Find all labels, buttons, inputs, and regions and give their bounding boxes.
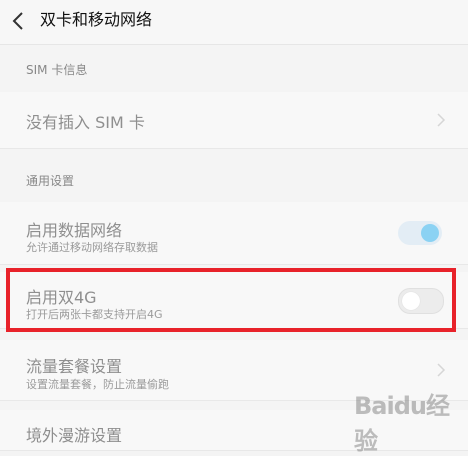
roaming-title: 境外漫游设置 (26, 426, 123, 445)
data-network-title: 启用数据网络 (26, 221, 123, 240)
toggle-knob (402, 292, 420, 310)
chevron-right-icon (437, 363, 446, 377)
data-plan-subtitle: 设置流量套餐，防止流量偷跑 (26, 378, 169, 391)
section-label-general: 通用设置 (26, 174, 75, 188)
back-arrow-icon[interactable] (9, 10, 29, 32)
chevron-right-icon (437, 113, 446, 127)
data-network-toggle[interactable] (398, 221, 442, 245)
section-header-general: 通用设置 (0, 150, 468, 202)
sim-status-label: 没有插入 SIM 卡 (26, 113, 145, 132)
row-dual-4g[interactable]: 启用双4G 打开后两张卡都支持开启4G (0, 272, 468, 329)
baidu-watermark: Baidu经验 (354, 392, 450, 455)
dual-4g-toggle[interactable] (398, 288, 444, 314)
row-data-network[interactable]: 启用数据网络 允许通过移动网络存取数据 (0, 202, 468, 265)
section-header-sim: SIM 卡信息 (0, 45, 468, 92)
page-title: 双卡和移动网络 (40, 10, 153, 29)
section-label-sim: SIM 卡信息 (26, 63, 88, 77)
dual-4g-subtitle: 打开后两张卡都支持开启4G (26, 308, 163, 321)
top-bar: 双卡和移动网络 (0, 0, 468, 45)
data-plan-title: 流量套餐设置 (26, 357, 123, 376)
toggle-knob (421, 224, 439, 242)
dual-4g-title: 启用双4G (26, 288, 97, 307)
data-network-subtitle: 允许通过移动网络存取数据 (26, 241, 158, 254)
row-sim-status[interactable]: 没有插入 SIM 卡 (0, 92, 468, 149)
